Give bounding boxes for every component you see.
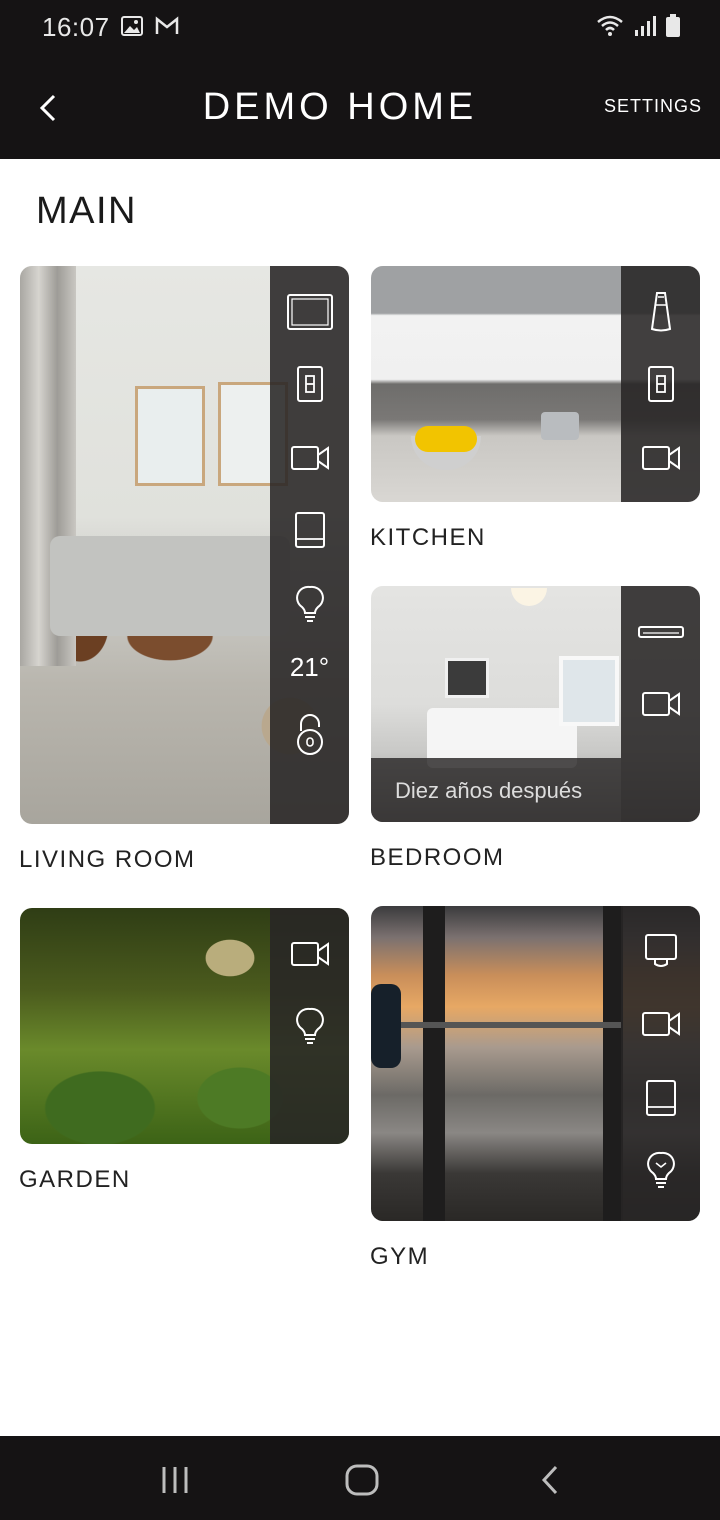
room-card-gym[interactable]: [371, 906, 700, 1221]
back-button[interactable]: [26, 86, 70, 130]
camera-icon[interactable]: [637, 1002, 685, 1046]
living-room-sofa: [50, 536, 290, 636]
now-playing-caption[interactable]: Diez años después: [371, 758, 621, 822]
room-label-gym: GYM: [370, 1243, 430, 1270]
home-button[interactable]: [332, 1458, 392, 1502]
camera-icon[interactable]: [637, 682, 685, 726]
room-label-living-room: LIVING ROOM: [19, 846, 196, 873]
living-room-frame-1: [135, 386, 205, 486]
gym-weight-plate: [371, 984, 401, 1068]
temperature-value[interactable]: 21°: [270, 652, 349, 683]
back-icon: [541, 1465, 558, 1495]
chevron-left-icon: [39, 94, 56, 122]
app-title: DEMO HOME: [202, 86, 478, 128]
device-panel: 21°: [270, 266, 349, 824]
gym-barbell: [371, 1022, 621, 1028]
room-card-living-room[interactable]: 21°: [20, 266, 349, 824]
air-conditioner-icon[interactable]: [637, 610, 685, 654]
recent-apps-button[interactable]: [145, 1458, 205, 1502]
lock-icon[interactable]: [286, 712, 334, 756]
tablet-icon[interactable]: [286, 508, 334, 552]
settings-button[interactable]: SETTINGS: [604, 96, 702, 117]
device-panel: [621, 266, 700, 502]
speaker-icon[interactable]: [637, 290, 685, 334]
room-label-bedroom: BEDROOM: [370, 844, 505, 871]
bedroom-art: [445, 658, 489, 698]
bedroom-window: [559, 656, 619, 726]
status-time: 16:07: [42, 12, 110, 42]
tv-icon[interactable]: [286, 290, 334, 334]
status-bar: 16:07: [0, 0, 720, 56]
room-label-kitchen: KITCHEN: [370, 524, 486, 551]
camera-icon[interactable]: [286, 436, 334, 480]
room-card-bedroom[interactable]: Diez años después: [371, 586, 700, 822]
bulb-icon[interactable]: [286, 582, 334, 626]
device-panel: [621, 586, 700, 822]
device-panel: [270, 908, 349, 1144]
section-title: MAIN: [36, 190, 137, 232]
image-icon: [120, 14, 144, 43]
smart-bulb-icon[interactable]: [637, 1148, 685, 1192]
recent-apps-icon: [162, 1467, 188, 1493]
gym-rack-right: [603, 906, 623, 1221]
gmail-icon: [154, 14, 180, 43]
kitchen-pot: [541, 412, 579, 440]
system-back-button[interactable]: [520, 1458, 580, 1502]
camera-icon[interactable]: [637, 436, 685, 480]
home-icon: [345, 1464, 379, 1496]
ceiling-lamp-icon[interactable]: [637, 930, 685, 974]
room-label-garden: GARDEN: [19, 1166, 131, 1193]
app-bar: DEMO HOME SETTINGS: [0, 56, 720, 159]
gym-rack-left: [423, 906, 445, 1221]
signal-icon: [634, 14, 656, 43]
switch-icon[interactable]: [637, 362, 685, 406]
kitchen-lemons: [415, 426, 477, 452]
room-card-garden[interactable]: [20, 908, 349, 1144]
room-card-kitchen[interactable]: [371, 266, 700, 502]
camera-icon[interactable]: [286, 932, 334, 976]
device-panel: [621, 906, 700, 1221]
battery-icon: [666, 14, 680, 43]
system-nav-bar: [0, 1436, 720, 1520]
wifi-icon: [596, 14, 624, 43]
tablet-icon[interactable]: [637, 1076, 685, 1120]
switch-icon[interactable]: [286, 362, 334, 406]
bulb-icon[interactable]: [286, 1004, 334, 1048]
